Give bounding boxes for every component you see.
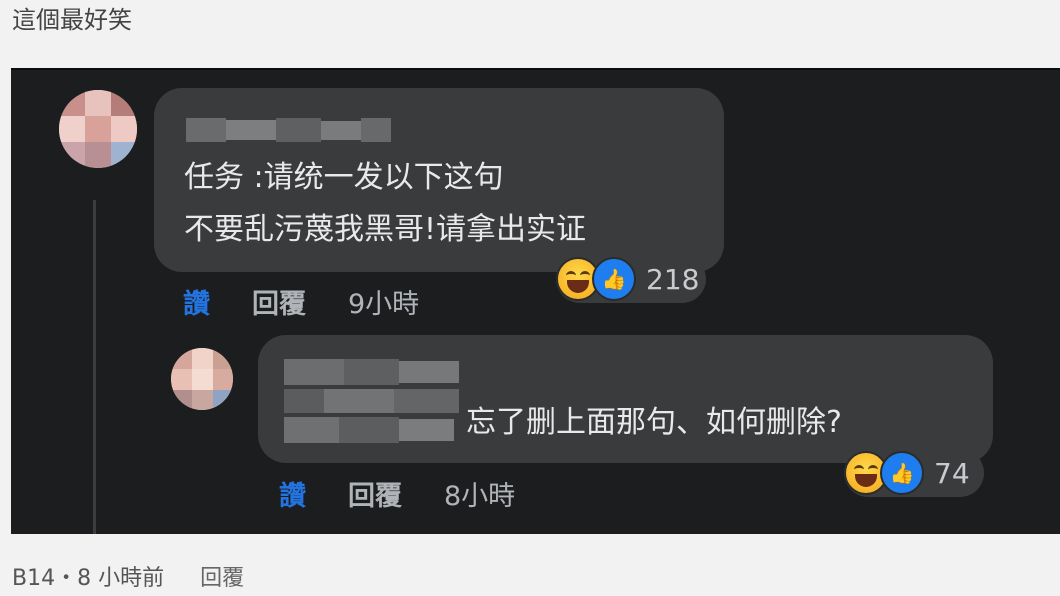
reactions-summary[interactable]: 👍 218	[556, 255, 706, 303]
blurred-username[interactable]	[186, 118, 391, 142]
reaction-count: 218	[646, 262, 700, 296]
floor-meta: B14・8 小時前	[12, 566, 165, 591]
reactions-summary[interactable]: 👍 74	[844, 449, 984, 497]
comment-time[interactable]: 9小時	[348, 282, 419, 321]
reply-button[interactable]: 回覆	[200, 560, 244, 592]
thread-line	[93, 200, 96, 534]
reply-button[interactable]: 回覆	[348, 474, 402, 513]
comment-time[interactable]: 8小時	[444, 474, 515, 513]
comment-text-line: 任务 :请统一发以下这句	[184, 160, 504, 195]
like-icon: 👍	[880, 451, 924, 495]
comment-bubble: 忘了删上面那句、如何删除?	[258, 335, 993, 463]
avatar[interactable]	[171, 348, 233, 410]
like-button[interactable]: 讚	[279, 474, 306, 513]
blurred-username[interactable]	[284, 359, 459, 443]
comment-screenshot: 任务 :请统一发以下这句 不要乱污蔑我黑哥!请拿出实证 👍 218 讚 回覆 9…	[11, 68, 1060, 534]
comment-bubble: 任务 :请统一发以下这句 不要乱污蔑我黑哥!请拿出实证	[154, 88, 724, 272]
reaction-count: 74	[934, 456, 970, 490]
like-icon: 👍	[592, 257, 636, 301]
comment-actions: 讚 回覆 9小時	[183, 282, 419, 321]
like-button[interactable]: 讚	[183, 282, 210, 321]
comment-text-line: 不要乱污蔑我黑哥!请拿出实证	[184, 212, 587, 247]
post-footer: B14・8 小時前 回覆	[12, 560, 244, 592]
comment-text: 忘了删上面那句、如何删除?	[466, 405, 842, 440]
comment-actions: 讚 回覆 8小時	[279, 474, 515, 513]
reply-button[interactable]: 回覆	[252, 282, 306, 321]
post-text: 這個最好笑	[12, 6, 132, 34]
avatar[interactable]	[59, 90, 137, 168]
